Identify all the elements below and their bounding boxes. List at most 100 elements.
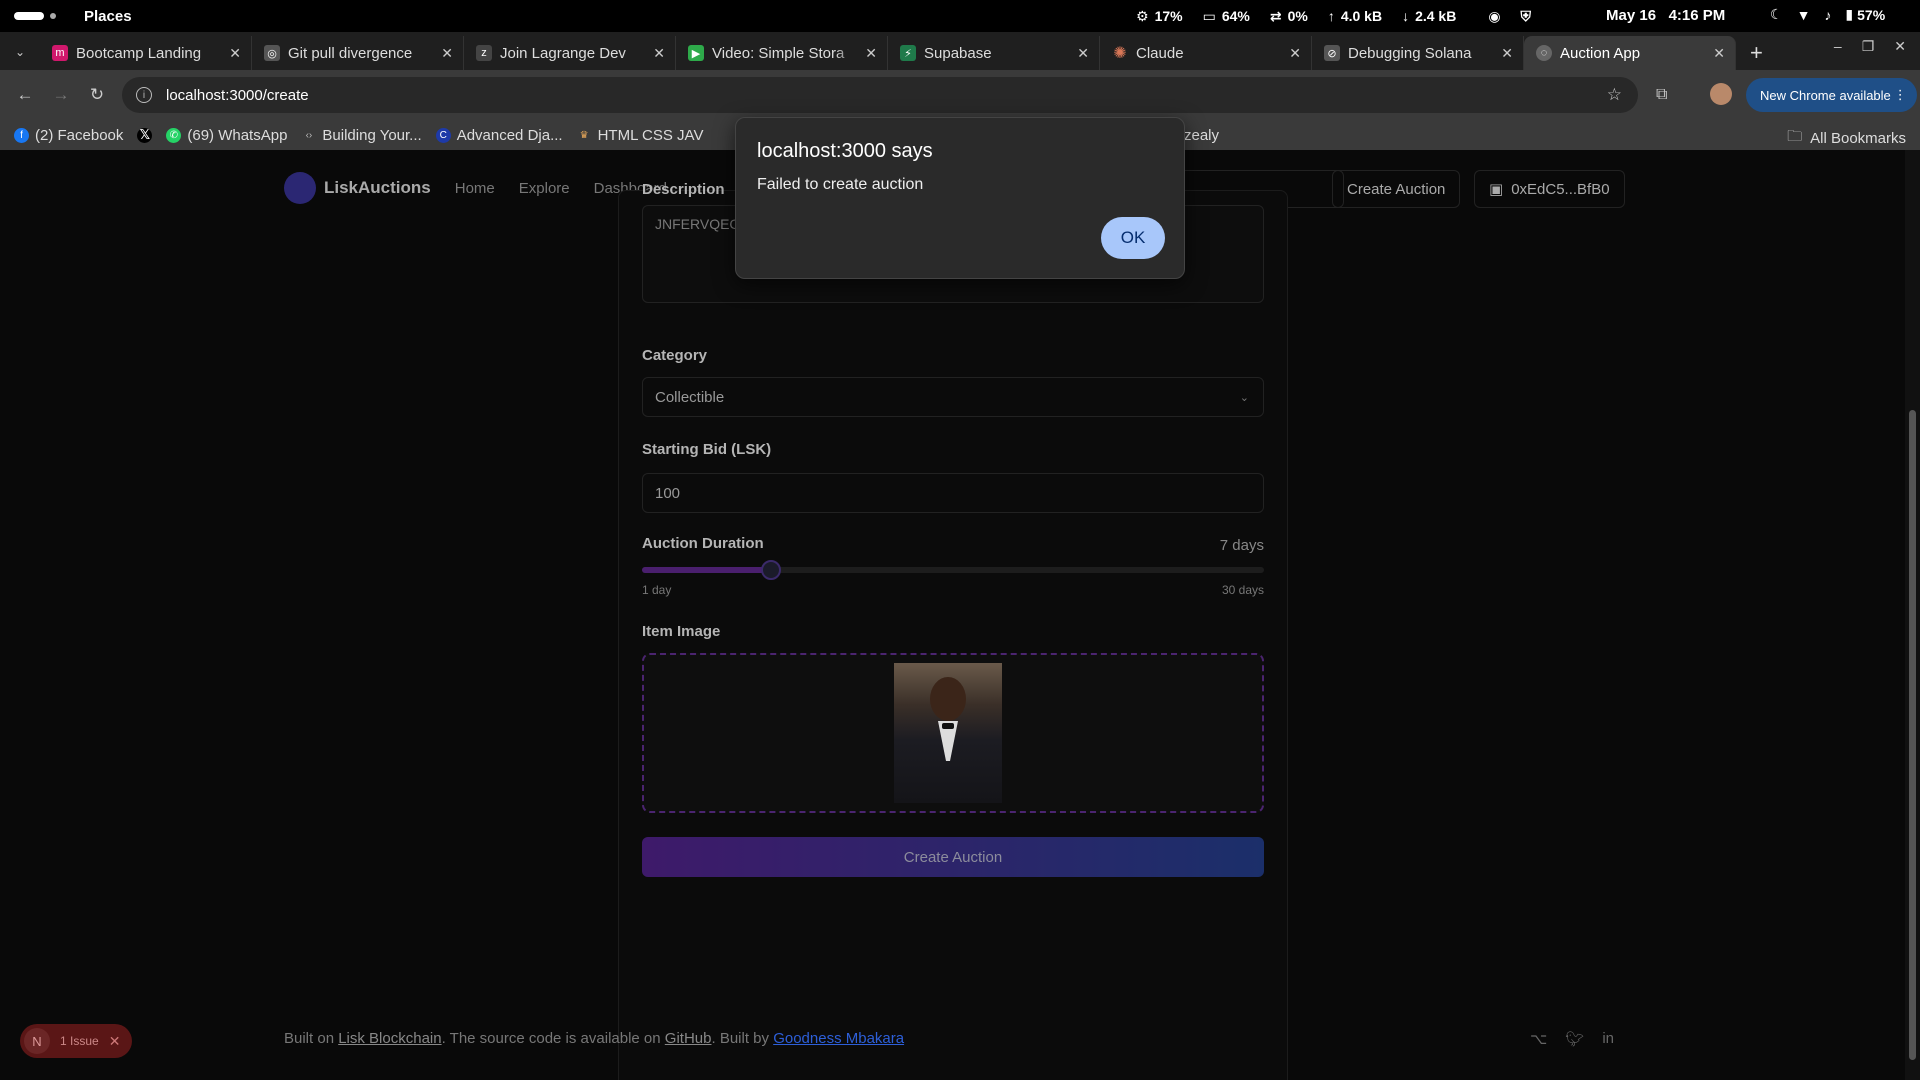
close-icon[interactable]: ✕ <box>1077 45 1089 62</box>
close-icon[interactable]: ✕ <box>653 45 665 62</box>
footer-social-icons: ⌥ 🐦︎ in <box>1530 1030 1614 1048</box>
brand-name[interactable]: LiskAuctions <box>324 178 431 198</box>
wallet-button[interactable]: ▣ 0xEdC5...BfB0 <box>1474 170 1625 208</box>
starting-bid-input[interactable]: 100 <box>642 473 1264 513</box>
ok-button[interactable]: OK <box>1101 217 1165 259</box>
places-menu[interactable]: Places <box>84 8 132 25</box>
wallet-address: 0xEdC5...BfB0 <box>1511 180 1610 198</box>
reload-icon[interactable]: ↻ <box>86 85 108 105</box>
bookmark-whatsapp[interactable]: ✆ (69) WhatsApp <box>166 127 287 144</box>
all-bookmarks[interactable]: 🗀 All Bookmarks <box>1787 126 1906 151</box>
issues-badge[interactable]: N 1 Issue ✕ <box>20 1024 133 1058</box>
item-image-preview <box>894 663 1002 803</box>
duration-min-label: 1 day <box>642 583 672 597</box>
bookmark-html-css[interactable]: ♛ HTML CSS JAV <box>577 127 704 144</box>
memory-value: 64% <box>1221 8 1250 24</box>
tab-bootcamp-landing[interactable]: m Bootcamp Landing ✕ <box>40 36 252 70</box>
duration-slider[interactable] <box>642 560 1264 580</box>
clock[interactable]: May 16 4:16 PM <box>1606 7 1725 24</box>
cpu-icon: ⚙ <box>1136 7 1149 24</box>
logo-icon[interactable] <box>284 172 316 204</box>
folder-icon: 🗀 <box>1787 128 1803 145</box>
github-icon[interactable]: ⌥ <box>1530 1030 1547 1048</box>
close-icon[interactable]: ✕ <box>865 45 877 62</box>
bookmark-label: (2) Facebook <box>35 126 124 144</box>
nav-home-link[interactable]: Home <box>455 180 495 197</box>
close-icon[interactable]: ✕ <box>1501 45 1513 62</box>
portrait-head <box>930 677 966 721</box>
kebab-menu-icon[interactable]: ⋮ <box>1894 87 1907 103</box>
slider-handle[interactable] <box>760 560 781 580</box>
close-icon[interactable]: ✕ <box>109 1033 121 1050</box>
dialog-message: Failed to create auction <box>757 176 924 193</box>
site-info-icon[interactable]: i <box>136 87 152 103</box>
bookmark-x[interactable]: 𝕏 <box>137 127 153 143</box>
tab-label: Supabase <box>924 44 992 62</box>
system-tray[interactable]: ☾ ▼ ♪ ▮ 57% <box>1770 6 1885 23</box>
nav-create-auction-button[interactable]: Create Auction <box>1332 170 1461 208</box>
battery-icon: ▮ <box>1845 6 1854 22</box>
new-tab-icon[interactable]: + <box>1750 40 1763 66</box>
workspace-indicator[interactable] <box>14 12 44 20</box>
author-link[interactable]: Goodness Mbakara <box>773 1030 904 1047</box>
twitter-icon[interactable]: 🐦︎ <box>1565 1030 1584 1048</box>
tab-supabase[interactable]: ⚡ Supabase ✕ <box>888 36 1100 70</box>
tab-video-storage[interactable]: ▶ Video: Simple Stora ✕ <box>676 36 888 70</box>
close-window-icon[interactable]: ✕ <box>1894 38 1906 55</box>
bookmark-zealy[interactable]: zealy <box>1184 127 1219 144</box>
url-text: localhost:3000/create <box>166 86 309 104</box>
profile-avatar[interactable] <box>1710 83 1732 105</box>
download-value: 2.4 kB <box>1415 8 1457 24</box>
close-icon[interactable]: ✕ <box>441 45 453 62</box>
category-select[interactable]: Collectible ⌄ <box>642 377 1264 417</box>
forward-icon[interactable]: → <box>50 85 72 105</box>
bookmark-advanced-django[interactable]: C Advanced Dja... <box>435 126 563 144</box>
x-icon: 𝕏 <box>137 127 153 143</box>
vpn-shield-icon[interactable]: ⛨ <box>1521 8 1532 25</box>
volume-icon: ♪ <box>1824 6 1832 23</box>
minimize-icon[interactable]: – <box>1834 38 1842 55</box>
upload-icon: ↑ <box>1327 8 1335 24</box>
chrome-tray-icon[interactable]: ◉ <box>1488 8 1500 25</box>
workspace-dot[interactable] <box>50 13 56 19</box>
footer-text: . Built by <box>711 1030 774 1047</box>
tab-label: Debugging Solana <box>1348 44 1472 62</box>
tab-lagrange[interactable]: z Join Lagrange Dev ✕ <box>464 36 676 70</box>
github-link[interactable]: GitHub <box>665 1030 712 1047</box>
tab-favicon-icon: ◎ <box>264 45 280 61</box>
image-dropzone[interactable] <box>642 653 1264 813</box>
restore-icon[interactable]: ❐ <box>1862 38 1875 55</box>
new-chrome-available-button[interactable]: New Chrome available ⋮ <box>1746 78 1917 112</box>
tab-search-icon[interactable]: ⌄ <box>8 40 32 64</box>
back-icon[interactable]: ← <box>14 85 36 105</box>
address-bar[interactable]: i localhost:3000/create ☆ <box>122 77 1638 113</box>
linkedin-icon[interactable]: in <box>1602 1030 1614 1048</box>
nextjs-icon: N <box>24 1028 50 1054</box>
lisk-blockchain-link[interactable]: Lisk Blockchain <box>338 1030 441 1047</box>
extensions-icon[interactable]: ⧉ <box>1656 86 1667 104</box>
close-icon[interactable]: ✕ <box>1289 45 1301 62</box>
portrait-bowtie <box>942 723 954 729</box>
footer-text: . The source code is available on <box>441 1030 665 1047</box>
scrollbar-thumb[interactable] <box>1909 410 1916 1060</box>
tab-git-pull[interactable]: ◎ Git pull divergence ✕ <box>252 36 464 70</box>
tab-claude[interactable]: ✺ Claude ✕ <box>1100 36 1312 70</box>
tab-debugging-solana[interactable]: ⊘ Debugging Solana ✕ <box>1312 36 1524 70</box>
bookmark-label: Advanced Dja... <box>456 126 563 144</box>
nav-explore-link[interactable]: Explore <box>519 180 570 197</box>
all-bookmarks-label: All Bookmarks <box>1810 130 1906 147</box>
upload-value: 4.0 kB <box>1340 8 1383 24</box>
close-icon[interactable]: ✕ <box>1713 45 1725 62</box>
download-stat: ↓ 2.4 kB <box>1402 8 1456 24</box>
bookmark-facebook[interactable]: f (2) Facebook <box>14 127 123 144</box>
battery-value: 57% <box>1857 6 1886 23</box>
bookmark-star-icon[interactable]: ☆ <box>1607 85 1622 105</box>
bookmark-building[interactable]: ‹› Building Your... <box>301 126 422 144</box>
page-scrollbar[interactable] <box>1905 150 1920 1080</box>
create-auction-button[interactable]: Create Auction <box>642 837 1264 877</box>
tab-auction-app[interactable]: ◌ Auction App ✕ <box>1524 36 1736 70</box>
tab-label: Bootcamp Landing <box>76 44 202 62</box>
bookmark-label: Building Your... <box>322 126 422 144</box>
page-viewport: LiskAuctions Home Explore Dashboard Crea… <box>0 150 1905 1080</box>
close-icon[interactable]: ✕ <box>229 45 241 62</box>
